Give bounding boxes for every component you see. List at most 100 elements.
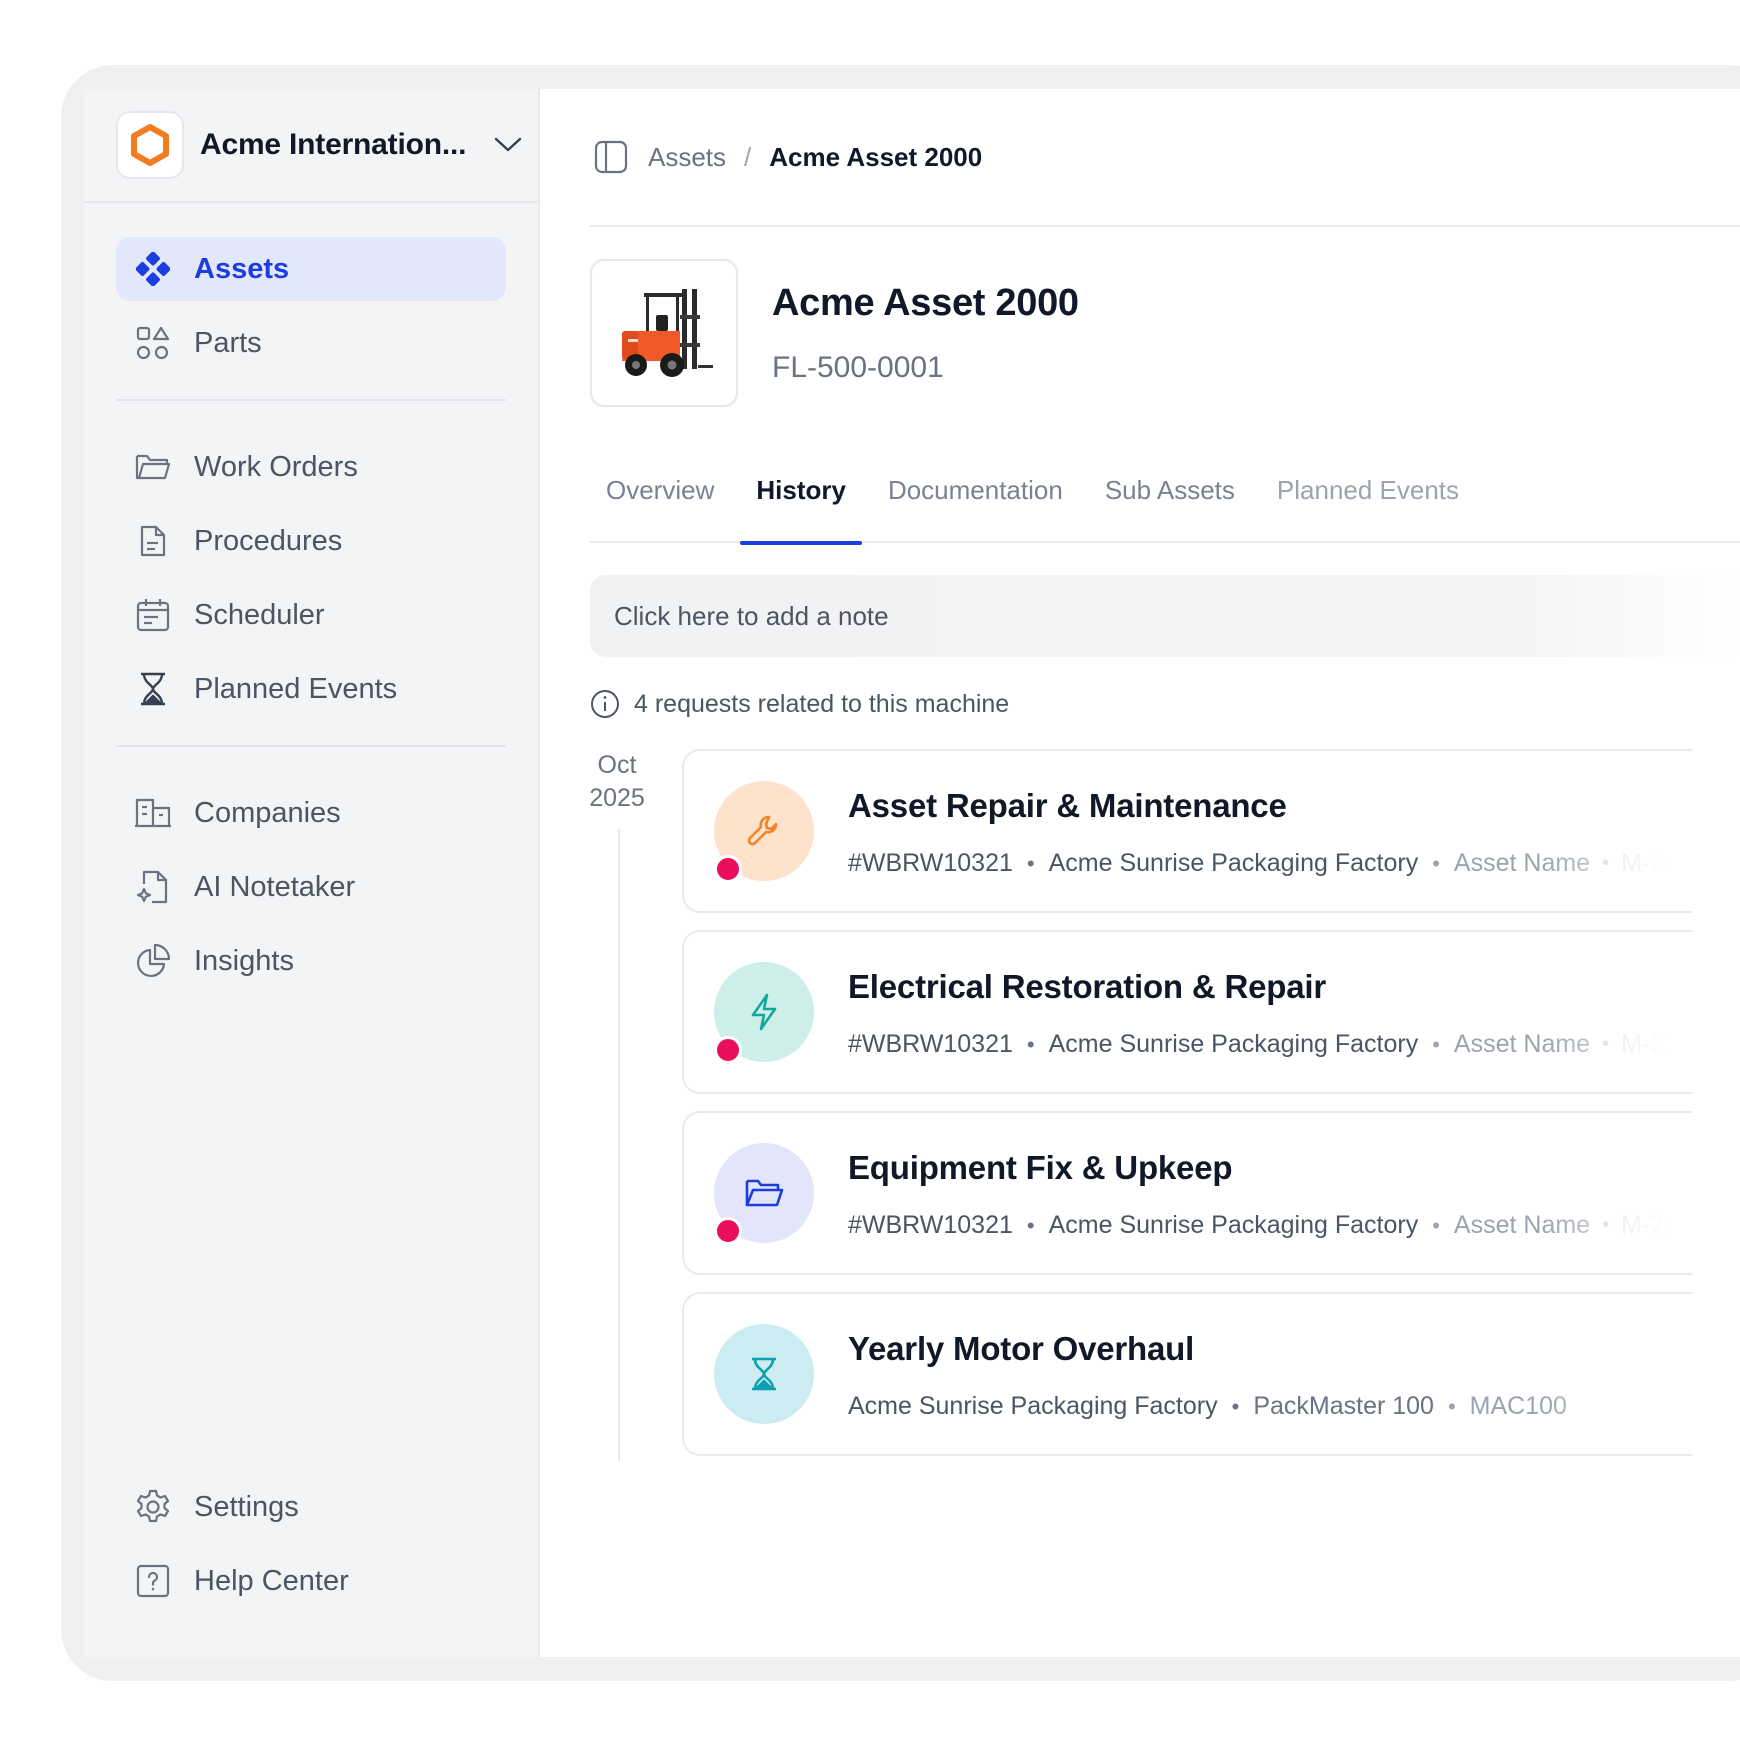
timeline-year: 2025: [589, 784, 645, 812]
meta-separator: •: [1432, 850, 1440, 876]
sidebar-item-help-center[interactable]: Help Center: [116, 1549, 506, 1613]
folder-open-icon: [745, 1179, 784, 1207]
sidebar-divider: [116, 745, 506, 747]
request-title: Yearly Motor Overhaul: [848, 1330, 1195, 1367]
org-switcher[interactable]: Acme Internation...: [84, 89, 538, 203]
request-asset: Asset Name: [1453, 1030, 1591, 1058]
request-icon-badge: [714, 1324, 814, 1424]
sidebar-item-procedures[interactable]: Procedures: [116, 509, 506, 573]
asset-header: Acme Asset 2000 FL-500-0001: [590, 259, 1740, 407]
request-meta: #WBRW10321 • Acme Sunrise Packaging Fact…: [848, 1030, 1692, 1059]
add-note-input[interactable]: Click here to add a note: [590, 575, 1740, 657]
meta-separator: •: [1026, 1212, 1035, 1238]
meta-separator: •: [1231, 1393, 1240, 1419]
request-machine: M-215: [1621, 1030, 1692, 1058]
breadcrumb: Assets / Acme Asset 2000: [590, 89, 1740, 227]
timeline-line: [618, 829, 620, 1461]
card-fade: [1542, 1113, 1692, 1273]
card-fade: [1542, 1294, 1692, 1454]
sidebar-item-scheduler[interactable]: Scheduler: [116, 583, 506, 647]
request-card[interactable]: Asset Repair & Maintenance #WBRW10321 • …: [682, 749, 1692, 913]
request-id: #WBRW10321: [848, 1030, 1013, 1058]
asset-code: FL-500-0001: [772, 350, 944, 384]
sidebar-item-label: Planned Events: [194, 672, 398, 705]
sidebar-item-label: Assets: [194, 252, 290, 285]
tab-history[interactable]: History: [740, 453, 862, 545]
sidebar-item-assets[interactable]: Assets: [116, 237, 506, 301]
timeline-month: Oct: [597, 751, 637, 779]
meta-separator: •: [1432, 1212, 1440, 1238]
request-machine: M-215: [1621, 1211, 1692, 1239]
request-card[interactable]: Yearly Motor Overhaul Acme Sunrise Packa…: [682, 1292, 1692, 1456]
sidebar-item-planned-events[interactable]: Planned Events: [116, 657, 506, 721]
chevron-down-icon[interactable]: [494, 137, 522, 153]
tab-overview[interactable]: Overview: [590, 453, 730, 543]
card-fade: [1542, 751, 1692, 911]
request-title: Equipment Fix & Upkeep: [848, 1149, 1233, 1186]
sidebar-item-work-orders[interactable]: Work Orders: [116, 435, 506, 499]
sidebar-bottom: Settings Help Center: [116, 1475, 506, 1623]
breadcrumb-separator: /: [744, 141, 752, 172]
hexagon-logo-icon: [116, 111, 184, 179]
calendar-icon: [134, 596, 172, 634]
status-dot: [714, 855, 742, 883]
request-title: Electrical Restoration & Repair: [848, 968, 1326, 1005]
request-meta: Acme Sunrise Packaging Factory • PackMas…: [848, 1392, 1567, 1421]
request-asset: Asset Name: [1453, 849, 1591, 877]
sidebar-item-ai-notetaker[interactable]: AI Notetaker: [116, 855, 506, 919]
asset-title: Acme Asset 2000: [772, 281, 1079, 324]
forklift-image: [622, 289, 713, 377]
status-dot: [714, 1217, 742, 1245]
request-card[interactable]: Electrical Restoration & Repair #WBRW103…: [682, 930, 1692, 1094]
hourglass-icon: [752, 1357, 776, 1391]
request-location: Acme Sunrise Packaging Factory: [1048, 849, 1419, 877]
requests-info-text: 4 requests related to this machine: [634, 689, 1010, 718]
sidebar-item-parts[interactable]: Parts: [116, 311, 506, 375]
sidebar-item-insights[interactable]: Insights: [116, 929, 506, 993]
request-card[interactable]: Equipment Fix & Upkeep #WBRW10321 • Acme…: [682, 1111, 1692, 1275]
request-id: #WBRW10321: [848, 849, 1013, 877]
sidebar-item-companies[interactable]: Companies: [116, 781, 506, 845]
sidebar-nav: Assets Parts Work Orders Procedures Sche…: [84, 203, 538, 993]
meta-separator: •: [1447, 1393, 1456, 1419]
asset-thumbnail: [590, 259, 738, 407]
asset-tabs: Overview History Documentation Sub Asset…: [590, 453, 1740, 545]
request-meta: #WBRW10321 • Acme Sunrise Packaging Fact…: [848, 1211, 1692, 1240]
wrench-icon: [747, 815, 778, 846]
hourglass-icon: [134, 670, 172, 708]
tab-documentation[interactable]: Documentation: [872, 453, 1079, 543]
sidebar-item-label: Help Center: [194, 1564, 349, 1597]
sidebar-item-settings[interactable]: Settings: [116, 1475, 506, 1539]
document-icon: [134, 522, 172, 560]
sidebar-divider: [116, 399, 506, 401]
request-meta: #WBRW10321 • Acme Sunrise Packaging Fact…: [848, 849, 1692, 878]
sidebar-item-label: Insights: [194, 944, 294, 977]
status-dot: [714, 1036, 742, 1064]
sidebar: Acme Internation... Assets Parts Work Or…: [84, 89, 540, 1657]
sidebar-item-label: Settings: [194, 1490, 299, 1523]
card-fade: [1542, 932, 1692, 1092]
request-machine: MAC100: [1469, 1392, 1567, 1420]
sidebar-item-label: Procedures: [194, 524, 343, 557]
request-title: Asset Repair & Maintenance: [848, 787, 1287, 824]
request-id: #WBRW10321: [848, 1211, 1013, 1239]
gear-icon: [134, 1488, 172, 1526]
app-window: Acme Internation... Assets Parts Work Or…: [84, 89, 1740, 1657]
lightning-icon: [751, 993, 777, 1031]
timeline-date: Oct 2025: [586, 749, 648, 815]
meta-separator: •: [1602, 1033, 1610, 1055]
sidebar-item-label: Scheduler: [194, 598, 325, 631]
request-location: Acme Sunrise Packaging Factory: [848, 1392, 1218, 1420]
tab-planned-events[interactable]: Planned Events: [1261, 453, 1475, 543]
info-icon: [590, 689, 620, 719]
meta-separator: •: [1026, 1031, 1035, 1057]
requests-info: 4 requests related to this machine: [590, 689, 1740, 719]
request-location: Acme Sunrise Packaging Factory: [1048, 1211, 1419, 1239]
sparkle-note-icon: [134, 868, 172, 906]
sidebar-item-label: Companies: [194, 796, 341, 829]
sidebar-toggle-icon[interactable]: [594, 140, 628, 174]
tab-sub-assets[interactable]: Sub Assets: [1089, 453, 1251, 543]
sidebar-item-label: AI Notetaker: [194, 870, 356, 903]
folder-icon: [134, 448, 172, 486]
breadcrumb-assets-link[interactable]: Assets: [648, 142, 726, 173]
